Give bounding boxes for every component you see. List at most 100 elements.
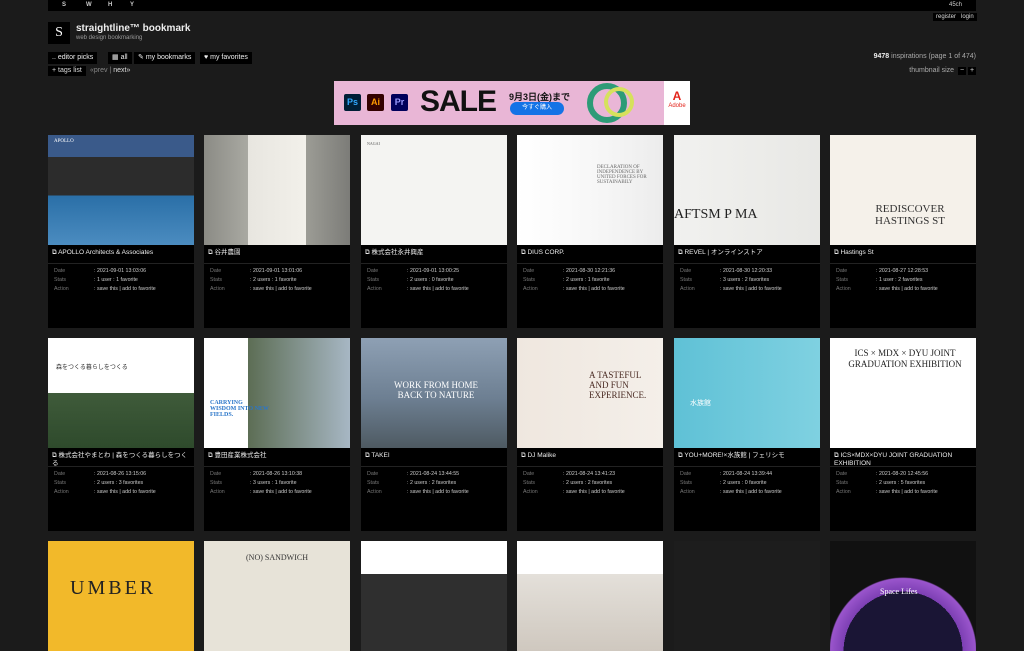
action-links[interactable]: : save this | add to favorite: [563, 286, 625, 293]
bookmark-thumbnail[interactable]: NAGAI: [361, 135, 507, 245]
date-label: Date: [54, 471, 66, 477]
bookmark-thumbnail[interactable]: 森をつくる暮らしをつくる: [48, 338, 194, 448]
bookmark-title[interactable]: ⧉ REVEL | オンラインストア: [678, 249, 818, 257]
bookmark-thumbnail[interactable]: [204, 135, 350, 245]
thumb-plus-button[interactable]: +: [968, 67, 976, 75]
nav-editor-label: editor picks: [57, 54, 94, 61]
nav-my-favorites[interactable]: ♥ my favorites: [200, 52, 252, 64]
bookmark-title[interactable]: ⧉ YOU+MORE!×水族館 | フェリシモ: [678, 452, 818, 460]
bookmark-card[interactable]: Space Lifes: [830, 541, 976, 651]
bookmark-thumbnail[interactable]: 水族館: [674, 338, 820, 448]
bookmark-card[interactable]: [361, 541, 507, 651]
bookmark-card[interactable]: [517, 541, 663, 651]
register-link[interactable]: register: [933, 13, 960, 21]
bookmark-card[interactable]: CARRYING WISDOM INTO NEW FIELDS. ⧉ 豊田産業株式…: [204, 338, 350, 531]
action-links[interactable]: : save this | add to favorite: [720, 286, 782, 293]
action-links[interactable]: : save this | add to favorite: [876, 489, 938, 496]
date-label: Date: [367, 471, 379, 477]
tab-w[interactable]: W: [86, 0, 92, 11]
prev-link[interactable]: «prev: [90, 67, 108, 74]
bookmark-title[interactable]: ⧉ APOLLO Architects & Associates: [52, 249, 192, 257]
thumbnail-size-label: thumbnail size: [909, 67, 955, 74]
nav-all[interactable]: ▦ all: [108, 52, 132, 64]
tab-h[interactable]: H: [108, 0, 112, 11]
bookmark-card[interactable]: UMBER: [48, 541, 194, 651]
date-value: : 2021-08-30 12:20:33: [720, 268, 773, 274]
ad-banner[interactable]: Ps Ai Pr SALE 9月3日(金)まで 今すぐ購入 A Adobe: [334, 81, 690, 125]
bookmark-thumbnail[interactable]: DECLARATION OF INDEPENDENCE BY UNITED FO…: [517, 135, 663, 245]
action-links[interactable]: : save this | add to favorite: [250, 286, 312, 293]
bookmark-title-text: 株式会社やまとわ | 森をつくる暮らしをつくる: [52, 452, 188, 467]
bookmark-title[interactable]: ⧉ 谷井農園: [208, 249, 348, 257]
bookmark-title[interactable]: ⧉ 株式会社永井興産: [365, 249, 505, 257]
action-links[interactable]: : save this | add to favorite: [94, 489, 156, 496]
bookmark-thumbnail[interactable]: APOLLO: [48, 135, 194, 245]
action-label: Action: [836, 489, 851, 495]
date-value: : 2021-08-26 13:10:38: [250, 471, 303, 477]
action-links[interactable]: : save this | add to favorite: [250, 489, 312, 496]
ad-buy-button[interactable]: 今すぐ購入: [510, 102, 564, 115]
bookmark-title-text: DIUS CORP.: [527, 249, 565, 256]
bookmark-card[interactable]: APOLLO ⧉ APOLLO Architects & Associates Da…: [48, 135, 194, 328]
tags-list-button[interactable]: + tags list: [48, 66, 86, 76]
bookmark-thumbnail[interactable]: A TASTEFUL AND FUN EXPERIENCE.: [517, 338, 663, 448]
bookmark-title[interactable]: ⧉ DJ Malike: [521, 452, 661, 460]
login-link[interactable]: login: [958, 13, 977, 21]
bookmark-title[interactable]: ⧉ TAKEI: [365, 452, 505, 460]
bookmark-card[interactable]: AFTSM P MA ⧉ REVEL | オンラインストア Date: 2021-0…: [674, 135, 820, 328]
stats-value: : 1 user : 1 favorite: [94, 277, 138, 283]
bookmark-card[interactable]: A TASTEFUL AND FUN EXPERIENCE. ⧉ DJ Malik…: [517, 338, 663, 531]
bookmark-card[interactable]: DECLARATION OF INDEPENDENCE BY UNITED FO…: [517, 135, 663, 328]
thumb-minus-button[interactable]: −: [958, 67, 966, 75]
bookmark-thumbnail[interactable]: AFTSM P MA: [674, 135, 820, 245]
date-label: Date: [523, 268, 535, 274]
bookmark-title[interactable]: ⧉ DIUS CORP.: [521, 249, 661, 257]
site-title[interactable]: straightline™ bookmark: [76, 23, 190, 34]
bookmark-card[interactable]: ICS × MDX × DYU JOINT GRADUATION EXHIBIT…: [830, 338, 976, 531]
bookmark-card[interactable]: 水族館 ⧉ YOU+MORE!×水族館 | フェリシモ Date: 2021-08-…: [674, 338, 820, 531]
date-label: Date: [836, 268, 848, 274]
card-divider: [361, 263, 507, 264]
bookmark-card[interactable]: WORK FROM HOME BACK TO NATURE ⧉ TAKEI Date…: [361, 338, 507, 531]
site-logo[interactable]: S: [48, 22, 70, 44]
bookmark-card[interactable]: [674, 541, 820, 651]
bookmark-thumbnail[interactable]: UMBER: [48, 541, 194, 651]
bookmark-thumbnail[interactable]: [517, 541, 663, 651]
bookmark-thumbnail[interactable]: ICS × MDX × DYU JOINT GRADUATION EXHIBIT…: [830, 338, 976, 448]
bookmark-thumbnail[interactable]: WORK FROM HOME BACK TO NATURE: [361, 338, 507, 448]
stats-value: : 2 users : 2 favorites: [407, 480, 457, 486]
bookmark-thumbnail[interactable]: (NO) SANDWICH: [204, 541, 350, 651]
action-links[interactable]: : save this | add to favorite: [720, 489, 782, 496]
bookmark-title[interactable]: ⧉ 豊田産業株式会社: [208, 452, 348, 460]
bookmark-thumbnail[interactable]: [674, 541, 820, 651]
bookmark-thumbnail[interactable]: [361, 541, 507, 651]
bookmark-card[interactable]: 森をつくる暮らしをつくる ⧉ 株式会社やまとわ | 森をつくる暮らしをつくる Dat…: [48, 338, 194, 531]
action-links[interactable]: : save this | add to favorite: [407, 286, 469, 293]
bookmark-card[interactable]: (NO) SANDWICH: [204, 541, 350, 651]
action-links[interactable]: : save this | add to favorite: [563, 489, 625, 496]
date-label: Date: [836, 471, 848, 477]
nav-my-bookmarks[interactable]: ✎ my bookmarks: [134, 52, 196, 64]
bookmark-card[interactable]: NAGAI ⧉ 株式会社永井興産 Date: 2021-09-01 13:00:25…: [361, 135, 507, 328]
stats-value: : 2 users : 5 favorites: [876, 480, 926, 486]
bookmark-thumbnail[interactable]: Space Lifes: [830, 541, 976, 651]
thumbnail-text: CARRYING WISDOM INTO NEW FIELDS.: [210, 400, 269, 418]
thumbnail-text: 水族館: [690, 399, 711, 407]
tab-s[interactable]: S: [62, 0, 66, 11]
next-link[interactable]: next»: [113, 67, 130, 74]
tab-y[interactable]: Y: [130, 0, 134, 11]
bookmark-thumbnail[interactable]: CARRYING WISDOM INTO NEW FIELDS.: [204, 338, 350, 448]
nav-editor-picks[interactable]: .. editor picks: [48, 52, 98, 64]
bookmark-card[interactable]: ⧉ 谷井農園 Date: 2021-09-01 13:01:06 Stats: 2 …: [204, 135, 350, 328]
action-label: Action: [680, 286, 695, 292]
action-label: Action: [54, 286, 69, 292]
action-links[interactable]: : save this | add to favorite: [407, 489, 469, 496]
action-links[interactable]: : save this | add to favorite: [876, 286, 938, 293]
top-right-label[interactable]: 45ch: [949, 0, 962, 11]
bookmark-card[interactable]: REDISCOVER HASTINGS ST ⧉ Hastings St Date:…: [830, 135, 976, 328]
action-links[interactable]: : save this | add to favorite: [94, 286, 156, 293]
bookmark-title-text: TAKEI: [371, 452, 390, 459]
card-stats-row: Stats: 2 users : 0 favorite: [367, 277, 507, 284]
bookmark-thumbnail[interactable]: REDISCOVER HASTINGS ST: [830, 135, 976, 245]
bookmark-title[interactable]: ⧉ Hastings St: [834, 249, 974, 257]
